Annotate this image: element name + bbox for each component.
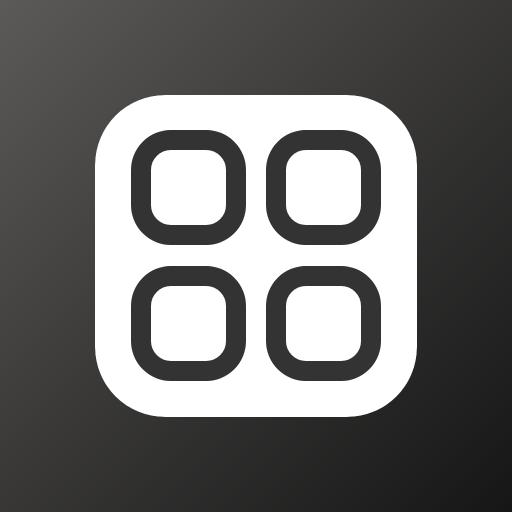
four-rounded-squares-grid-icon bbox=[95, 95, 417, 417]
app-icon-button[interactable] bbox=[95, 95, 417, 417]
